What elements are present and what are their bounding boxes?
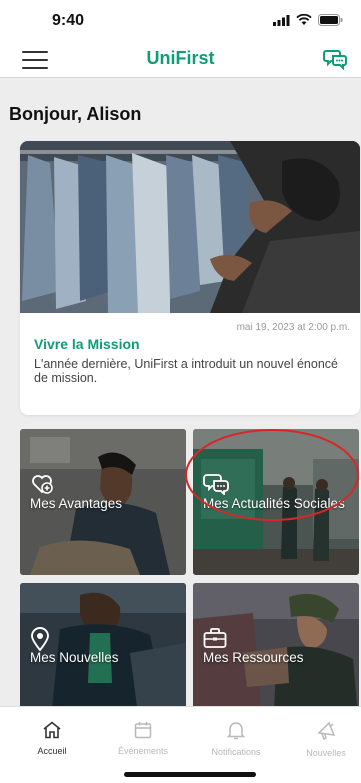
tab-evenements[interactable]: Événements <box>107 721 179 756</box>
tile-label: Mes Nouvelles <box>30 650 119 665</box>
tab-label: Nouvelles <box>306 748 346 758</box>
featured-article-description: L'année dernière, UniFirst a introduit u… <box>34 357 338 385</box>
tile-mes-actualites-sociales[interactable]: Mes Actualités Sociales <box>193 429 359 575</box>
navigation-bar: UniFirst <box>0 40 361 78</box>
tile-label: Mes Avantages <box>30 496 123 511</box>
tile-label: Mes Actualités Sociales <box>203 496 345 511</box>
featured-article-image <box>20 141 360 313</box>
calendar-icon <box>134 722 152 739</box>
home-icon <box>43 721 61 739</box>
status-bar: 9:40 <box>0 0 361 40</box>
tile-label: Mes Ressources <box>203 650 304 665</box>
featured-article-card[interactable]: mai 19, 2023 at 2:00 p.m. Vivre la Missi… <box>20 141 360 415</box>
greeting-heading: Bonjour, Alison <box>9 104 142 124</box>
app-title: UniFirst <box>146 48 215 68</box>
chat-bubbles-icon <box>203 474 229 495</box>
tile-mes-avantages[interactable]: Mes Avantages <box>20 429 186 575</box>
chat-icon[interactable] <box>323 48 347 70</box>
tab-accueil[interactable]: Accueil <box>16 721 88 756</box>
wifi-icon <box>296 14 312 25</box>
tab-notifications[interactable]: Notifications <box>200 721 272 757</box>
megaphone-icon <box>317 721 336 741</box>
status-icons <box>273 14 343 26</box>
tab-label: Accueil <box>37 746 67 756</box>
heart-plus-icon <box>32 475 53 494</box>
featured-article-title[interactable]: Vivre la Mission <box>34 336 140 352</box>
tab-label: Événements <box>117 746 169 756</box>
signal-icon <box>273 14 290 26</box>
bell-icon <box>227 722 245 740</box>
home-indicator <box>124 772 256 777</box>
briefcase-icon <box>203 628 227 648</box>
location-pin-icon <box>31 627 49 651</box>
status-time: 9:40 <box>52 12 85 29</box>
battery-icon <box>318 14 343 26</box>
tab-label: Notifications <box>211 747 261 757</box>
featured-article-date: mai 19, 2023 at 2:00 p.m. <box>236 322 350 333</box>
tab-nouvelles[interactable]: Nouvelles <box>290 721 361 758</box>
